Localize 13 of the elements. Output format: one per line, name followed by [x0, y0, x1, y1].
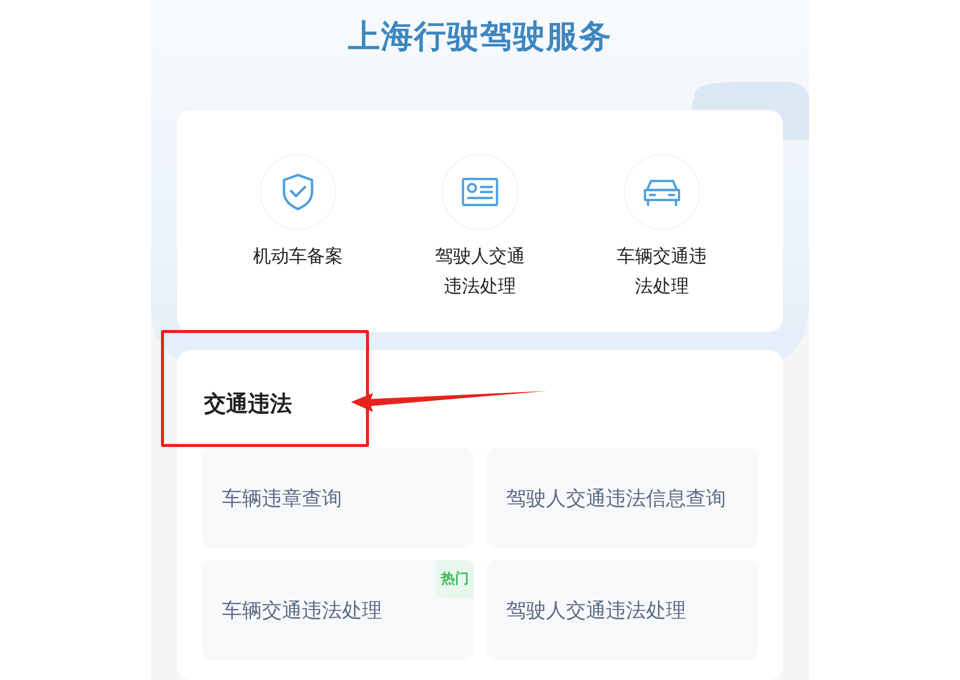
service-tile[interactable]: 车辆违章查询: [202, 448, 474, 548]
page-title: 上海行驶驾驶服务: [348, 16, 612, 57]
service-button[interactable]: 车辆交通违法处理: [602, 154, 722, 302]
section-title: 交通违法: [204, 390, 292, 419]
car-icon: [642, 177, 682, 207]
id-card-icon: [461, 177, 499, 207]
service-tile[interactable]: 驾驶人交通违法信息查询: [486, 448, 758, 548]
service-button[interactable]: 驾驶人交通违法处理: [420, 154, 540, 302]
service-tile[interactable]: 驾驶人交通违法处理: [486, 560, 758, 660]
service-button[interactable]: 机动车备案: [238, 154, 358, 302]
service-tile[interactable]: 车辆交通违法处理 热门: [202, 560, 474, 660]
shield-check-icon: [281, 173, 315, 211]
hot-badge: 热门: [436, 560, 474, 598]
